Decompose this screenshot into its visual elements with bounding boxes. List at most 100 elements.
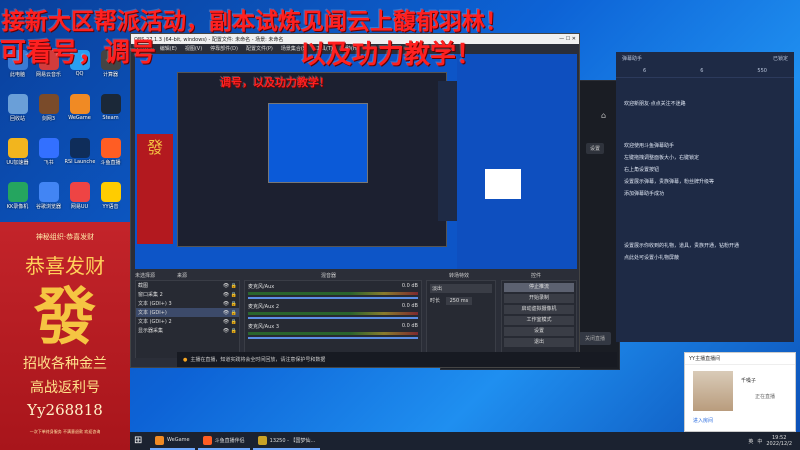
close-live-button[interactable]: 关闭直播 bbox=[578, 332, 611, 345]
desktop-icon[interactable]: KK录像机 bbox=[2, 182, 33, 220]
chat-message: 添加弹幕助手成功 bbox=[624, 191, 665, 197]
desktop-icon-label: 飞书 bbox=[43, 160, 54, 166]
taskbar-app[interactable]: 斗鱼直播伴侣 bbox=[197, 432, 250, 450]
obs-menu-item[interactable]: 停靠部件(D) bbox=[210, 45, 238, 52]
visibility-lock-icon[interactable]: 👁 🔒 bbox=[223, 328, 237, 334]
visibility-lock-icon[interactable]: 👁 🔒 bbox=[223, 283, 237, 289]
obs-menu-item[interactable]: 编辑(E) bbox=[160, 45, 177, 52]
obs-menu-item[interactable]: 配置文件(P) bbox=[246, 45, 273, 52]
info-icon: ● bbox=[183, 356, 188, 363]
obs-title: OBS 27.1.3 (64-bit, windows) - 配置文件: 未命名… bbox=[134, 36, 284, 43]
desktop-icon[interactable]: 剑网3 bbox=[33, 94, 64, 132]
desktop-icon[interactable]: 回收站 bbox=[2, 94, 33, 132]
channel-name: 麦克风/Aux 2 bbox=[248, 304, 280, 310]
app-icon bbox=[7, 182, 28, 202]
desktop-icon-label: QQ bbox=[75, 71, 84, 77]
streamer-name: 千嗓子 bbox=[741, 378, 757, 384]
source-name: 文本 (GDI+) 3 bbox=[138, 301, 172, 307]
source-row[interactable]: 文本 (GDI+) 👁 🔒 bbox=[136, 308, 239, 317]
app-icon bbox=[202, 435, 212, 445]
taskbar-app[interactable]: WeGame bbox=[150, 432, 195, 450]
visibility-lock-icon[interactable]: 👁 🔒 bbox=[223, 292, 237, 298]
transitions-label: 转场特效 bbox=[449, 273, 470, 279]
source-name: 文本 (GDI+) 2 bbox=[138, 319, 172, 325]
chat-header-title: 弹幕助手 bbox=[622, 55, 643, 62]
window-controls[interactable]: — ☐ ✕ bbox=[559, 36, 576, 42]
visibility-lock-icon[interactable]: 👁 🔒 bbox=[223, 319, 237, 325]
visibility-lock-icon[interactable]: 👁 🔒 bbox=[223, 310, 237, 316]
obs-preview[interactable]: 發 bbox=[135, 54, 577, 269]
desktop-icon[interactable]: UU加速器 bbox=[2, 138, 33, 176]
duration-value[interactable]: 250 ms bbox=[445, 297, 473, 305]
chat-lock-status[interactable]: 已锁定 bbox=[773, 55, 788, 62]
desktop-icon-label: 网易UU bbox=[70, 204, 89, 210]
clock[interactable]: 19:52 2022/12/2 bbox=[766, 435, 792, 447]
channel-name: 麦克风/Aux bbox=[248, 284, 275, 290]
desktop-icon[interactable]: RSI Launcher bbox=[64, 138, 95, 176]
app-icon bbox=[100, 182, 121, 202]
ime-indicator[interactable]: 英 bbox=[748, 438, 753, 445]
desktop-icon[interactable]: Steam bbox=[95, 94, 126, 132]
control-button[interactable]: 开始录制 bbox=[504, 294, 574, 303]
source-row[interactable]: 截图 👁 🔒 bbox=[136, 281, 239, 290]
taskbar-app[interactable]: 13250 - 【国梦仙... bbox=[252, 432, 321, 450]
desktop-icon[interactable]: 网易UU bbox=[64, 182, 95, 220]
mixer-channel: 麦克风/Aux 0.0 dB bbox=[245, 281, 421, 301]
taskbar-apps: WeGame 斗鱼直播伴侣 13250 - 【国梦仙... bbox=[150, 432, 323, 450]
bell-icon[interactable]: ⌂ bbox=[601, 111, 606, 120]
control-button[interactable]: 启动虚拟摄像机 bbox=[504, 305, 574, 314]
banner-line1: 招收各种金兰 bbox=[23, 356, 107, 372]
live-popup[interactable]: YY主播直播间 千嗓子 正在直播 进入房间 bbox=[684, 352, 796, 432]
desktop-icon[interactable]: 谷歌浏览器 bbox=[33, 182, 64, 220]
transition-select[interactable]: 淡出 bbox=[430, 284, 492, 293]
chat-message: 设置展示弹幕，贵族弹幕，粉丝牌升级等 bbox=[624, 179, 715, 185]
preview-red-char: 發 bbox=[146, 138, 163, 157]
ime-mode[interactable]: 中 bbox=[757, 438, 762, 445]
app-icon bbox=[7, 138, 28, 158]
taskbar-app-label: 斗鱼直播伴侣 bbox=[214, 437, 245, 444]
source-name: 显示器采集 bbox=[138, 328, 164, 334]
desktop-icon-label: UU加速器 bbox=[6, 160, 29, 166]
banner-line2: 高战返利号 bbox=[30, 380, 100, 396]
app-icon bbox=[100, 94, 121, 114]
obs-menu-item[interactable]: 视图(V) bbox=[185, 45, 202, 52]
control-button[interactable]: 工作室模式 bbox=[504, 316, 574, 325]
source-row[interactable]: 显示器采集 👁 🔒 bbox=[136, 326, 239, 335]
volume-slider[interactable] bbox=[248, 317, 418, 319]
visibility-lock-icon[interactable]: 👁 🔒 bbox=[223, 301, 237, 307]
volume-slider[interactable] bbox=[248, 297, 418, 299]
overlay-text-line3: 以及功力教学！ bbox=[300, 40, 483, 70]
promo-banner: 神秘组织·恭喜发财 恭喜发财 發 招收各种金兰 高战返利号 Yy268818 一… bbox=[0, 222, 130, 450]
volume-slider[interactable] bbox=[248, 337, 418, 339]
desktop-icon-label: YY语音 bbox=[102, 204, 119, 210]
stream-settings-button[interactable]: 设置 bbox=[586, 143, 605, 154]
chat-message: 欢迎使用斗鱼弹幕助手 bbox=[624, 143, 675, 149]
source-row[interactable]: 窗口采集 2 👁 🔒 bbox=[136, 290, 239, 299]
app-icon bbox=[7, 94, 28, 114]
source-row[interactable]: 文本 (GDI+) 2 👁 🔒 bbox=[136, 317, 239, 326]
banner-top: 神秘组织·恭喜发财 bbox=[35, 233, 95, 241]
app-icon bbox=[38, 94, 59, 114]
banner-id: Yy268818 bbox=[27, 401, 103, 419]
control-button[interactable]: 退出 bbox=[504, 338, 574, 347]
app-icon bbox=[38, 138, 59, 158]
desktop-icon[interactable]: WeGame bbox=[64, 94, 95, 132]
control-button[interactable]: 停止推流 bbox=[504, 283, 574, 292]
enter-room-button[interactable]: 进入房间 bbox=[693, 417, 713, 424]
desktop-icon[interactable]: YY语音 bbox=[95, 182, 126, 220]
taskbar: ⊞ WeGame 斗鱼直播伴侣 13250 - 【国梦仙... 英 中 19:52 … bbox=[130, 432, 800, 450]
desktop-icon[interactable]: 飞书 bbox=[33, 138, 64, 176]
desktop-icon[interactable]: 斗鱼直播 bbox=[95, 138, 126, 176]
windows-start-icon[interactable]: ⊞ bbox=[134, 435, 146, 447]
desktop-icon-label: RSI Launcher bbox=[64, 159, 95, 165]
control-button[interactable]: 设置 bbox=[504, 327, 574, 336]
live-status: 正在直播 bbox=[755, 394, 776, 400]
clock-date: 2022/12/2 bbox=[766, 441, 792, 447]
source-row[interactable]: 文本 (GDI+) 3 👁 🔒 bbox=[136, 299, 239, 308]
notification-bar: ● 主播在直播，知道实践将会全时间回放，请注意保护号和数据 bbox=[177, 352, 617, 367]
streamer-avatar bbox=[693, 371, 733, 411]
preview-desktop-right bbox=[457, 54, 577, 269]
channel-db: 0.0 dB bbox=[401, 303, 418, 309]
duration-label: 时长 bbox=[430, 298, 441, 304]
chat-message: 点此处可设置小礼物屏蔽 bbox=[624, 255, 680, 261]
